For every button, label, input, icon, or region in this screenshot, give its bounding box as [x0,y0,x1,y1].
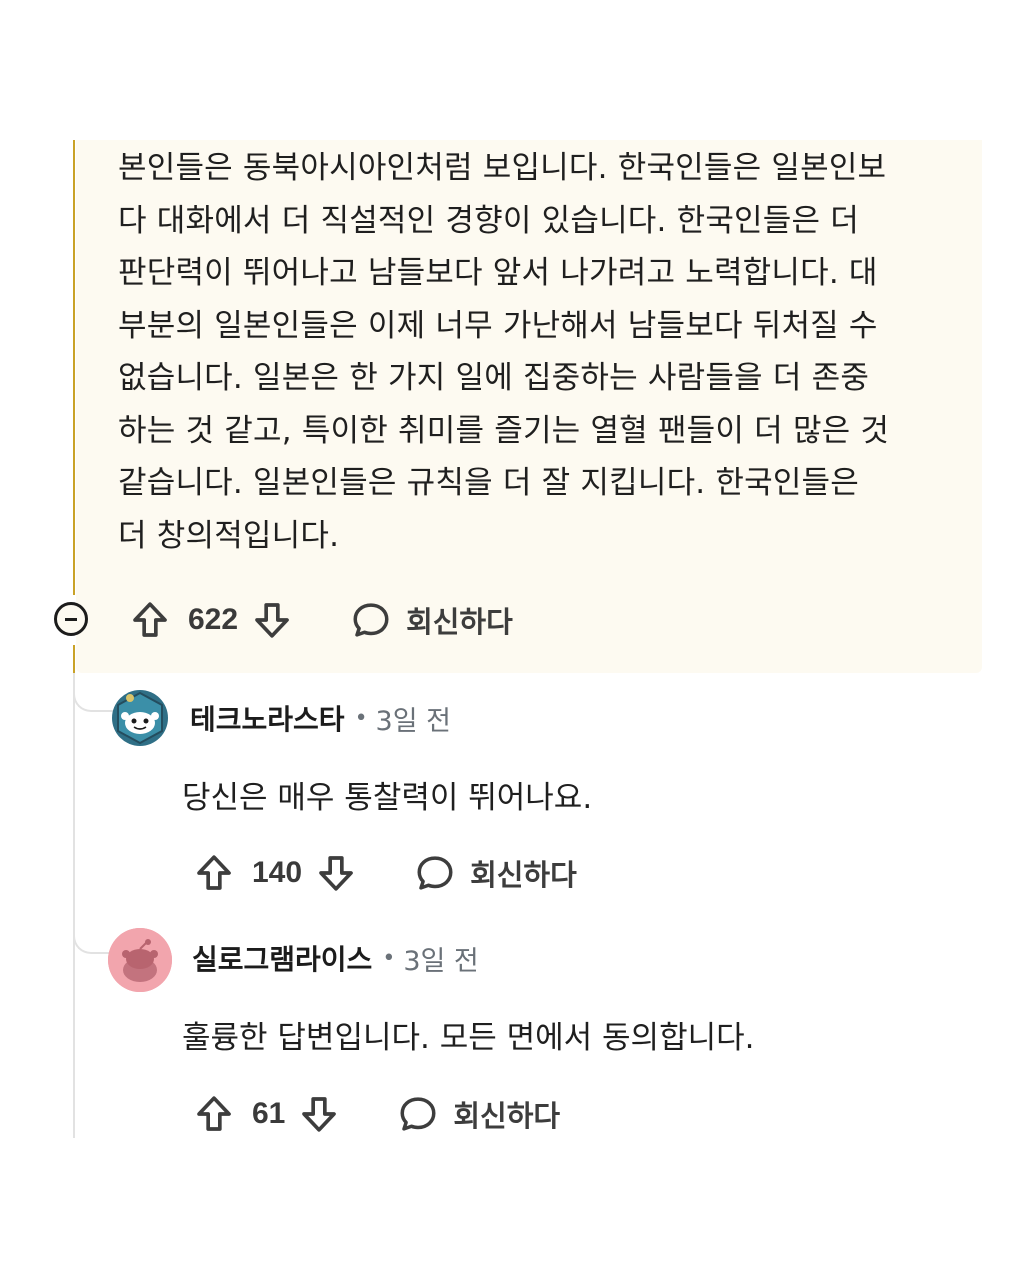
upvote-icon[interactable] [130,600,170,640]
comment-timestamp[interactable]: 3일 전 [403,939,478,978]
reply-label: 회신하다 [470,858,577,892]
comment-text-line: 본인들은 동북아시아인처럼 보입니다. 한국인들은 일본인보 [118,150,887,186]
comment-meta: 실로그램라이스 • 3일 전 [192,938,479,978]
thread-connector [73,680,115,712]
meta-separator: • [382,945,396,971]
comment-body: 훌륭한 답변입니다. 모든 면에서 동의합니다. [182,1020,755,1056]
upvote-icon[interactable] [194,1094,234,1134]
username-link[interactable]: 테크노라스타 [190,698,345,738]
avatar[interactable] [112,690,168,746]
reply-label: 회신하다 [453,1099,561,1133]
comment-text-line: 하는 것 같고, 특이한 취미를 즐기는 열혈 팬들이 더 많은 것 [118,412,890,449]
downvote-icon[interactable] [316,853,356,893]
downvote-icon[interactable] [252,600,292,640]
thread-line[interactable] [73,645,75,673]
thread-line[interactable] [73,140,75,595]
comment-actions: 622 회신하다 [130,598,513,642]
meta-separator: • [354,705,368,731]
comment-text-line: 없습니다. 일본은 한 가지 일에 집중하는 사람들을 더 존중 [118,360,870,396]
reply-button[interactable]: 회신하다 [414,852,577,894]
vote-score: 140 [252,856,303,889]
speech-bubble-icon [397,1093,439,1135]
downvote-icon[interactable] [299,1094,339,1134]
comment-timestamp[interactable]: 3일 전 [376,699,451,738]
speech-bubble-icon [350,599,392,641]
reply-button[interactable]: 회신하다 [350,599,513,641]
comment-body: 본인들은 동북아시아인처럼 보입니다. 한국인들은 일본인보 다 대화에서 더 … [118,142,978,562]
comment-actions: 61 회신하다 [194,1092,560,1136]
comment-text-line: 더 창의적입니다. [118,517,340,554]
speech-bubble-icon [414,852,456,894]
reply-button[interactable]: 회신하다 [397,1093,560,1135]
avatar[interactable] [108,928,172,992]
comment-meta: 테크노라스타 • 3일 전 [190,698,451,738]
comment-body: 당신은 매우 통찰력이 뛰어나요. [182,780,593,816]
thread-line[interactable] [73,673,75,1138]
comment-text-line: 부분의 일본인들은 이제 너무 가난해서 남들보다 뒤처질 수 [118,307,878,344]
comment-thread: 본인들은 동북아시아인처럼 보입니다. 한국인들은 일본인보 다 대화에서 더 … [0,0,1024,1280]
comment-text-line: 같습니다. 일본인들은 규칙을 더 잘 지킵니다. 한국인들은 [118,465,859,501]
comment-text-line: 판단력이 뛰어나고 남들보다 앞서 나가려고 노력합니다. 대 [118,255,878,291]
reddit-snoo-icon [117,691,163,745]
reply-label: 회신하다 [406,605,513,639]
vote-score: 61 [252,1097,286,1130]
upvote-icon[interactable] [194,853,234,893]
collapse-thread-icon[interactable] [54,602,88,636]
reddit-snoo-icon [108,928,172,992]
vote-score: 622 [188,603,239,636]
comment-actions: 140 회신하다 [194,851,577,895]
username-link[interactable]: 실로그램라이스 [192,938,372,978]
comment-text-line: 다 대화에서 더 직설적인 경향이 있습니다. 한국인들은 더 [118,202,859,239]
